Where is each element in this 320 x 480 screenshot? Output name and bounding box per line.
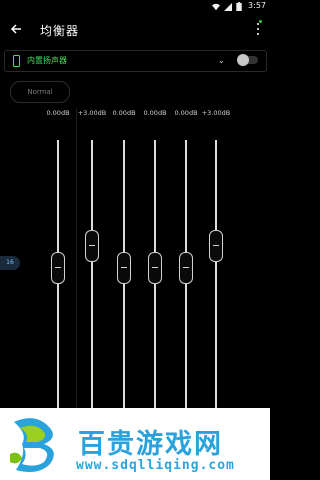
wifi-icon bbox=[212, 3, 220, 10]
watermark-title: 百贵游戏网 bbox=[78, 429, 223, 460]
band-slider-thumb[interactable] bbox=[85, 230, 99, 262]
band-slider-thumb[interactable] bbox=[117, 252, 131, 284]
watermark-url: www.sdqlliqing.com bbox=[76, 458, 235, 473]
band-gain-label: +3.00dB bbox=[201, 109, 231, 117]
band-gain-label: 0.00dB bbox=[46, 109, 70, 117]
band-slider-thumb[interactable] bbox=[179, 252, 193, 284]
band-gain-label: +3.00dB bbox=[77, 109, 107, 117]
notification-dot bbox=[259, 20, 262, 23]
status-time: 3:57 bbox=[248, 1, 266, 10]
band-slider-track[interactable] bbox=[215, 140, 217, 408]
status-bar: 3:57 bbox=[0, 0, 270, 14]
band-divider bbox=[76, 108, 77, 408]
chevron-down-icon[interactable]: ⌄ bbox=[218, 56, 225, 65]
signal-icon bbox=[224, 2, 232, 11]
toggle-knob bbox=[237, 54, 249, 66]
band-slider-track[interactable] bbox=[91, 140, 93, 408]
band-slider-thumb[interactable] bbox=[209, 230, 223, 262]
phone-icon bbox=[13, 55, 20, 67]
band-slider-thumb[interactable] bbox=[148, 252, 162, 284]
more-vert-icon[interactable] bbox=[252, 20, 264, 40]
output-device-selector[interactable]: 内置扬声器 ⌄ bbox=[4, 50, 267, 72]
watermark-banner: 百贵游戏网 www.sdqlliqing.com bbox=[0, 408, 270, 480]
app-bar: 均衡器 bbox=[0, 14, 270, 46]
position-indicator: 16 bbox=[0, 256, 20, 270]
preset-button[interactable]: Normal bbox=[10, 81, 70, 103]
arrow-left-icon[interactable] bbox=[8, 22, 24, 38]
page-title: 均衡器 bbox=[40, 24, 80, 38]
device-label: 内置扬声器 bbox=[27, 56, 67, 65]
equalizer-toggle[interactable] bbox=[237, 54, 258, 66]
band-slider-thumb[interactable] bbox=[51, 252, 65, 284]
battery-icon bbox=[236, 2, 242, 11]
watermark-logo-icon bbox=[10, 418, 54, 472]
